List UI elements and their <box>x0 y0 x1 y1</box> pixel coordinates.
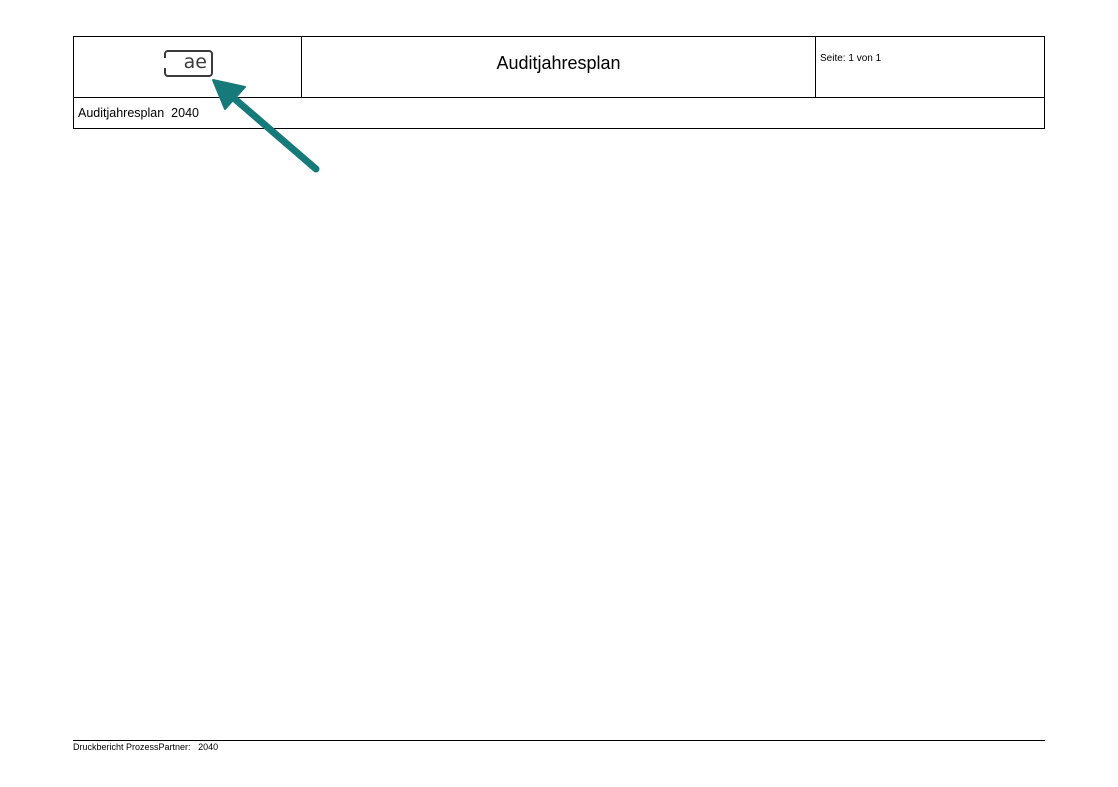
ae-logo: ae <box>164 50 213 77</box>
document-page: ae Auditjahresplan Seite: 1 von 1 Auditj… <box>0 0 1118 787</box>
document-title: Auditjahresplan <box>302 37 816 97</box>
arrow-pointer-icon <box>212 79 320 173</box>
page-info: Seite: 1 von 1 <box>820 53 882 64</box>
footer-year: 2040 <box>198 742 219 752</box>
subtitle-label: Auditjahresplan <box>78 106 165 120</box>
footer-divider <box>73 740 1045 741</box>
footer-label: Druckbericht ProzessPartner: <box>73 742 191 752</box>
logo-text: ae <box>183 51 207 73</box>
subtitle-year: 2040 <box>171 106 199 120</box>
footer: Druckbericht ProzessPartner: 2040 <box>73 742 218 752</box>
